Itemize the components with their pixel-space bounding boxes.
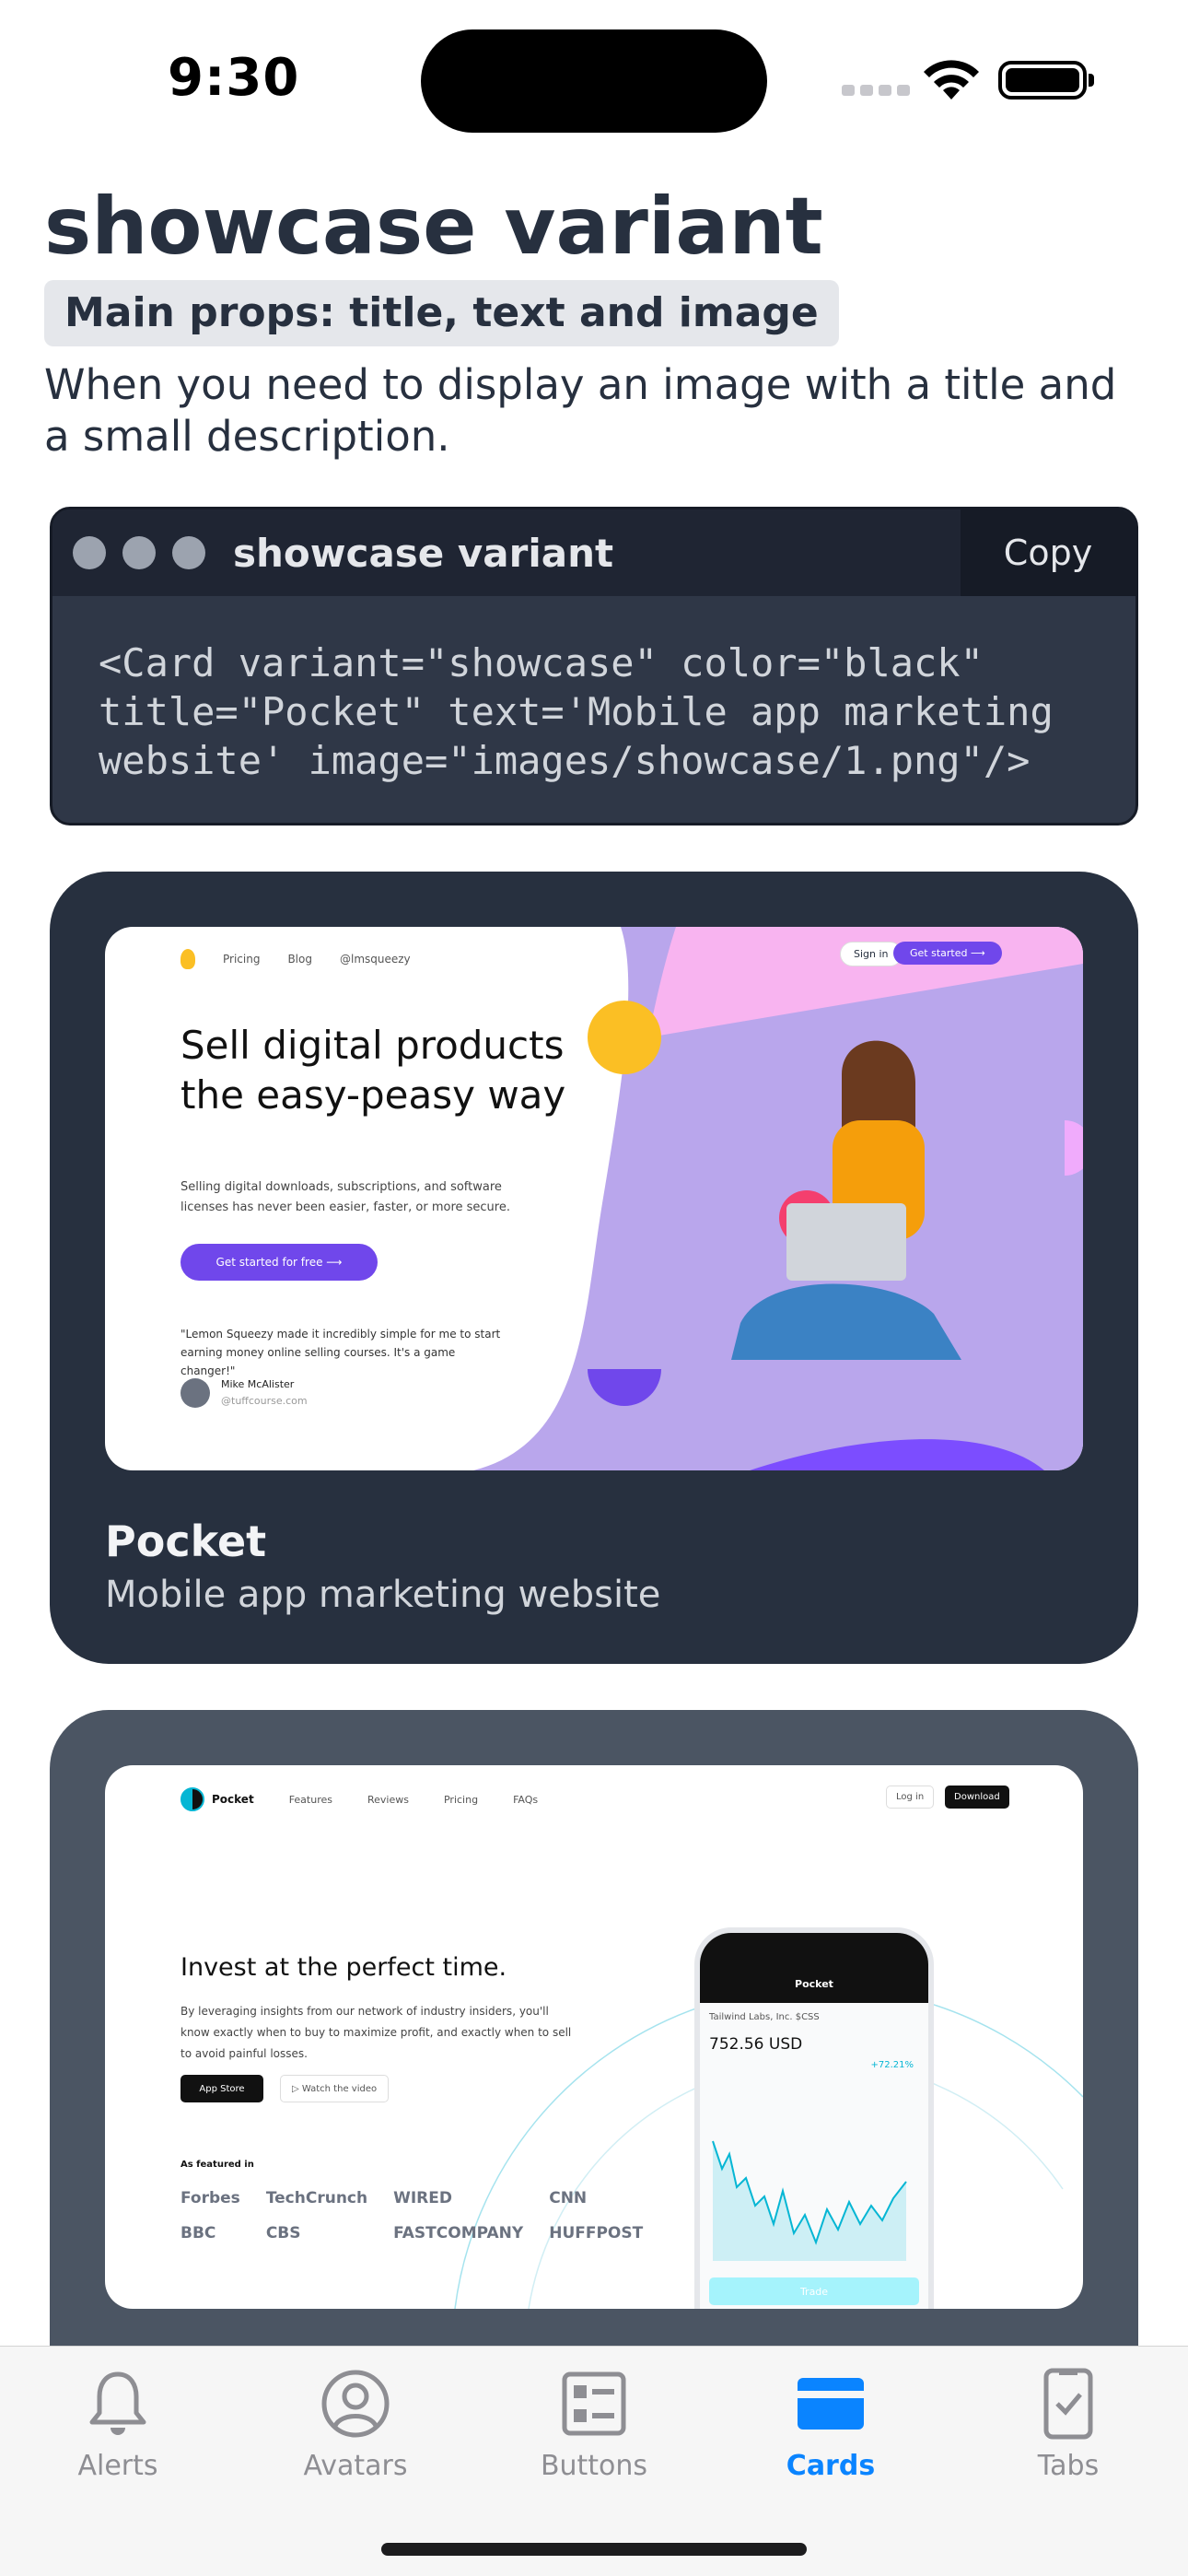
phone-price: 752.56 USD bbox=[709, 2035, 803, 2054]
pocket-brand: Pocket bbox=[181, 1787, 254, 1811]
user-circle-icon bbox=[321, 2370, 390, 2438]
tab-tabs[interactable]: Tabs bbox=[976, 2367, 1160, 2482]
card-text: Mobile app marketing website bbox=[105, 1574, 661, 1616]
lemon-body: Selling digital downloads, subscriptions… bbox=[181, 1180, 510, 1214]
main-props-badge: Main props: title, text and image bbox=[44, 280, 839, 346]
tab-label: Tabs bbox=[1037, 2450, 1100, 2482]
tab-buttons[interactable]: Buttons bbox=[502, 2367, 686, 2482]
pocket-headline: Invest at the perfect time. bbox=[181, 1953, 507, 1982]
pocket-nav-item: Reviews bbox=[367, 1793, 409, 1806]
watch-video-button: ▷ Watch the video bbox=[280, 2075, 390, 2102]
code-block-title: showcase variant bbox=[233, 530, 614, 576]
press-logo: FASTCOMPANY bbox=[393, 2224, 524, 2242]
pocket-nav-item: Features bbox=[288, 1793, 332, 1806]
phone-check-icon bbox=[1043, 2368, 1093, 2440]
tab-label: Buttons bbox=[540, 2450, 648, 2482]
pocket-body: By leveraging insights from our network … bbox=[181, 2005, 572, 2060]
card-icon bbox=[798, 2378, 864, 2430]
lemon-nav-item: Blog bbox=[287, 953, 312, 966]
tab-alerts[interactable]: Alerts bbox=[26, 2367, 210, 2482]
showcase-card-pocket[interactable]: Pricing Blog @lmsqueezy Sign in Get star… bbox=[50, 872, 1138, 1664]
press-logo: BBC bbox=[181, 2224, 216, 2242]
lemon-logo-icon bbox=[181, 949, 195, 969]
page-description: When you need to display an image with a… bbox=[44, 360, 1117, 461]
bell-icon bbox=[89, 2371, 146, 2435]
phone-header: Pocket bbox=[700, 1933, 928, 2003]
window-dots bbox=[73, 536, 205, 569]
code-block: showcase variant Copy <Card variant="sho… bbox=[50, 507, 1138, 825]
lemon-headline: Sell digital products the easy-peasy way bbox=[181, 1023, 566, 1118]
tab-label: Cards bbox=[786, 2450, 876, 2482]
app-store-badge: App Store bbox=[181, 2075, 263, 2102]
phone-change: +72.21% bbox=[870, 2060, 914, 2070]
pocket-nav-item: FAQs bbox=[513, 1793, 539, 1806]
lemon-author: Mike McAlister @tuffcourse.com bbox=[181, 1376, 308, 1410]
home-indicator[interactable] bbox=[381, 2543, 807, 2556]
copy-button[interactable]: Copy bbox=[961, 509, 1136, 596]
tab-bar: Alerts Avatars Buttons Cards Tabs bbox=[0, 2346, 1188, 2576]
pocket-download: Download bbox=[945, 1786, 1009, 1809]
tab-label: Alerts bbox=[77, 2450, 158, 2482]
buttons-icon bbox=[562, 2371, 626, 2436]
tab-label: Avatars bbox=[303, 2450, 408, 2482]
author-name: Mike McAlister bbox=[221, 1378, 295, 1390]
status-time: 9:30 bbox=[168, 48, 300, 108]
press-logo: CNN bbox=[549, 2189, 588, 2207]
code-block-header: showcase variant Copy bbox=[52, 509, 1136, 596]
dynamic-island bbox=[421, 29, 767, 133]
battery-icon bbox=[998, 61, 1094, 100]
card-title: Pocket bbox=[105, 1516, 267, 1566]
status-bar: 9:30 bbox=[0, 0, 1188, 166]
page-title: showcase variant bbox=[44, 181, 823, 273]
lemon-nav-item: Pricing bbox=[223, 953, 261, 966]
press-logos: Forbes TechCrunch WIRED CNN BBC CBS FAST… bbox=[181, 2189, 643, 2242]
featured-label: As featured in bbox=[181, 2160, 254, 2170]
wifi-icon bbox=[924, 60, 979, 100]
lemon-cta: Get started for free ⟶ bbox=[181, 1244, 378, 1281]
press-logo: HUFFPOST bbox=[549, 2224, 644, 2242]
cellular-signal-icon bbox=[842, 85, 910, 96]
pocket-nav-item: Pricing bbox=[443, 1793, 479, 1806]
press-logo: CBS bbox=[265, 2224, 301, 2242]
press-logo: TechCrunch bbox=[265, 2189, 368, 2207]
showcase-image: Pricing Blog @lmsqueezy Sign in Get star… bbox=[105, 927, 1083, 1470]
avatar bbox=[181, 1378, 210, 1408]
code-snippet: <Card variant="showcase" color="black" t… bbox=[99, 640, 1054, 783]
press-logo: WIRED bbox=[393, 2189, 453, 2207]
stock-chart bbox=[712, 2140, 907, 2261]
pocket-login: Log in bbox=[886, 1786, 935, 1809]
pocket-logo-icon bbox=[181, 1787, 204, 1811]
author-site: @tuffcourse.com bbox=[221, 1395, 308, 1407]
pocket-nav: Pocket Features Reviews Pricing FAQs bbox=[181, 1787, 538, 1811]
phone-mockup: Pocket Tailwind Labs, Inc. $CSS 752.56 U… bbox=[694, 1927, 934, 2309]
phone-ticker: Tailwind Labs, Inc. $CSS bbox=[709, 2012, 820, 2022]
lemon-nav: Pricing Blog @lmsqueezy bbox=[181, 949, 411, 969]
trade-button: Trade bbox=[709, 2277, 919, 2305]
lemon-get-started: Get started ⟶ bbox=[893, 942, 1002, 965]
lemon-nav-item: @lmsqueezy bbox=[339, 953, 411, 966]
tab-avatars[interactable]: Avatars bbox=[263, 2367, 448, 2482]
press-logo: Forbes bbox=[181, 2189, 240, 2207]
tab-cards[interactable]: Cards bbox=[739, 2367, 923, 2482]
lemon-quote: "Lemon Squeezy made it incredibly simple… bbox=[181, 1328, 501, 1377]
showcase-image: Pocket Features Reviews Pricing FAQs Log… bbox=[105, 1765, 1083, 2309]
